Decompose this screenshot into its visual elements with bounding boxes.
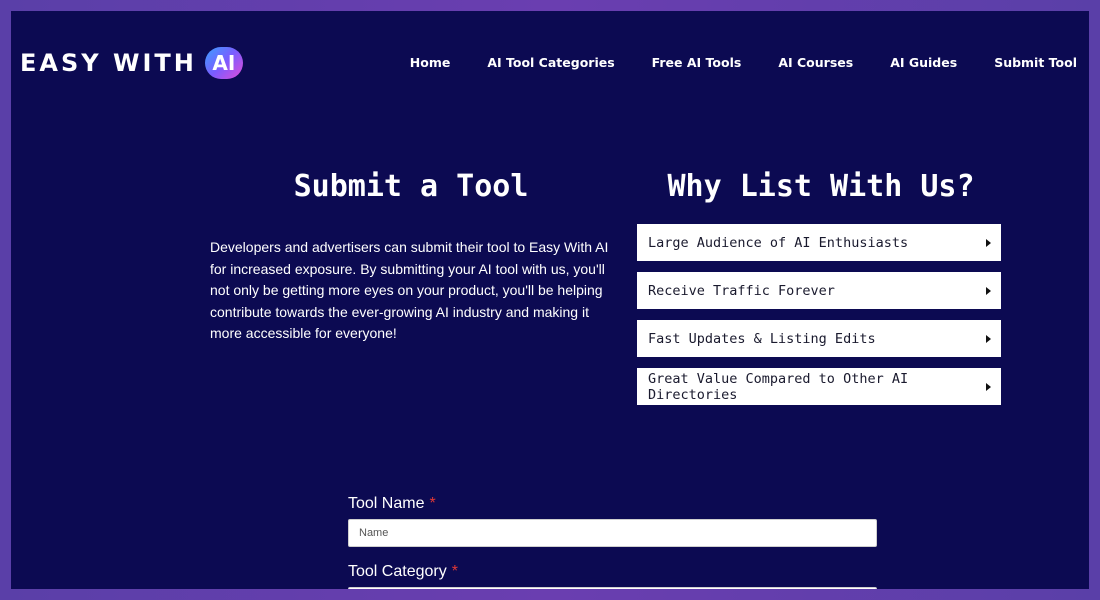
accordion-label: Great Value Compared to Other AI Directo… (648, 370, 909, 403)
logo-text: EASY WITH (20, 49, 197, 77)
accordion-label: Fast Updates & Listing Edits (648, 330, 876, 347)
tool-name-label-text: Tool Name (348, 495, 425, 512)
caret-right-icon (986, 286, 991, 295)
tool-name-input[interactable] (348, 519, 877, 547)
why-accordion: Large Audience of AI Enthusiasts Receive… (637, 224, 1001, 416)
submit-tool-form: Tool Name* Tool Category* (348, 495, 877, 589)
tool-name-label: Tool Name * (348, 495, 877, 513)
accordion-label: Receive Traffic Forever (648, 282, 835, 299)
accordion-item-audience[interactable]: Large Audience of AI Enthusiasts (637, 224, 1001, 261)
nav-free-ai-tools[interactable]: Free AI Tools (652, 55, 742, 70)
nav-ai-tool-categories[interactable]: AI Tool Categories (487, 55, 614, 70)
tool-category-label-text: Tool Category (348, 563, 447, 580)
accordion-item-traffic[interactable]: Receive Traffic Forever (637, 272, 1001, 309)
required-mark: * (451, 563, 458, 580)
caret-right-icon (986, 382, 991, 391)
accordion-item-updates[interactable]: Fast Updates & Listing Edits (637, 320, 1001, 357)
why-title: Why List With Us? (667, 169, 975, 204)
nav-home[interactable]: Home (410, 55, 451, 70)
accordion-item-value[interactable]: Great Value Compared to Other AI Directo… (637, 368, 1001, 405)
page-frame: EASY WITH AI Home AI Tool Categories Fre… (11, 11, 1089, 589)
accordion-label: Large Audience of AI Enthusiasts (648, 234, 909, 251)
tool-category-select[interactable] (348, 587, 877, 589)
main-nav: Home AI Tool Categories Free AI Tools AI… (373, 55, 1077, 70)
submit-title: Submit a Tool (293, 169, 529, 204)
caret-right-icon (986, 238, 991, 247)
tool-category-label: Tool Category * (348, 563, 877, 581)
caret-right-icon (986, 334, 991, 343)
site-logo[interactable]: EASY WITH AI (20, 47, 243, 79)
nav-ai-guides[interactable]: AI Guides (890, 55, 957, 70)
nav-ai-courses[interactable]: AI Courses (778, 55, 853, 70)
submit-intro: Developers and advertisers can submit th… (210, 239, 609, 341)
required-mark: * (429, 495, 436, 512)
logo-ai-badge-icon: AI (204, 47, 243, 79)
nav-submit-tool[interactable]: Submit Tool (994, 55, 1077, 70)
